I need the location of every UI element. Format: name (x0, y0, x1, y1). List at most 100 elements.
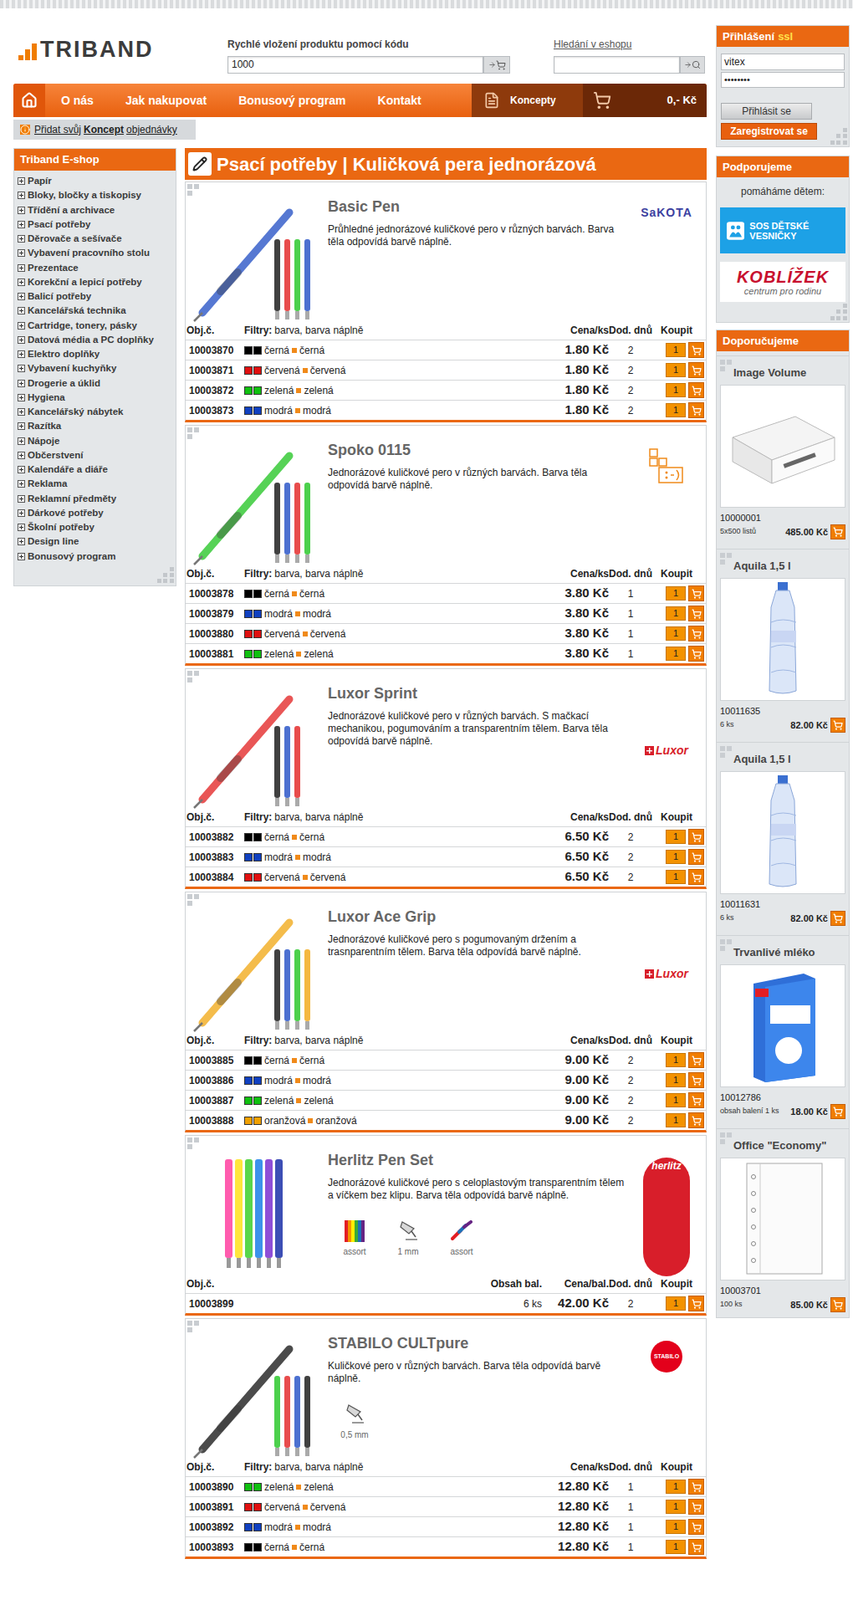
sidebar-item[interactable]: Dárkové potřeby (17, 505, 176, 521)
sidebar-item[interactable]: Psací potřeby (17, 217, 176, 232)
recommended-title[interactable]: Aquila 1,5 l (733, 750, 792, 768)
sidebar-item[interactable]: Kalendáře a diáře (17, 462, 176, 477)
quick-add-input[interactable]: 1000 (227, 56, 484, 74)
quantity-input[interactable]: 1 (665, 403, 686, 418)
product-title[interactable]: Luxor Sprint (327, 682, 633, 705)
add-to-cart-button[interactable] (830, 1103, 846, 1119)
sidebar-item[interactable]: Kancelářský nábytek (17, 404, 176, 419)
quantity-input[interactable]: 1 (665, 829, 686, 844)
add-to-cart-button[interactable] (688, 1092, 705, 1109)
quantity-input[interactable]: 1 (665, 362, 686, 378)
add-to-cart-button[interactable] (688, 585, 705, 602)
sidebar-item[interactable]: Papír (17, 173, 176, 189)
recommended-photo-frame[interactable] (720, 1157, 846, 1281)
login-button[interactable]: Přihlásit se (720, 102, 813, 120)
sidebar-item[interactable]: Bonusový program (17, 549, 176, 564)
password-input[interactable]: •••••••• (720, 71, 845, 88)
recommended-title[interactable]: Trvanlivé mléko (733, 944, 816, 961)
sidebar-item[interactable]: Hygiena (17, 390, 176, 405)
quantity-input[interactable]: 1 (665, 1052, 686, 1068)
search-input[interactable] (553, 56, 680, 74)
sidebar-item[interactable]: Elektro doplňky (17, 347, 176, 362)
quantity-input[interactable]: 1 (665, 586, 686, 601)
nav-item[interactable]: Kontakt (362, 83, 438, 118)
quantity-input[interactable]: 1 (665, 646, 686, 661)
add-concept-link[interactable]: Přidat svůjKonceptobjednávky (34, 122, 178, 138)
concepts-button[interactable]: Koncepty (471, 83, 583, 118)
sidebar-item[interactable]: Vybavení pracovního stolu (17, 245, 176, 261)
sidebar-item[interactable]: Prezentace (17, 260, 176, 276)
recommended-title[interactable]: Image Volume (733, 364, 807, 382)
quantity-input[interactable]: 1 (665, 1072, 686, 1088)
sidebar-item[interactable]: Třídění a archivace (17, 203, 176, 218)
add-to-cart-button[interactable] (830, 910, 846, 926)
product-title[interactable]: Basic Pen (327, 195, 633, 219)
sidebar-item[interactable]: Školní potřeby (17, 520, 176, 535)
sidebar-item[interactable]: Reklama (17, 476, 176, 491)
product-title[interactable]: Spoko 0115 (327, 439, 633, 462)
add-to-cart-button[interactable] (688, 1052, 705, 1068)
add-to-cart-button[interactable] (688, 1498, 705, 1515)
add-to-cart-button[interactable] (688, 1072, 705, 1088)
quantity-input[interactable]: 1 (665, 1093, 686, 1108)
search-button[interactable] (679, 56, 705, 74)
quantity-input[interactable]: 1 (665, 849, 686, 864)
add-to-cart-button[interactable] (688, 868, 705, 885)
recommended-title[interactable]: Aquila 1,5 l (733, 557, 792, 575)
product-title[interactable]: Herlitz Pen Set (327, 1149, 633, 1172)
quantity-input[interactable]: 1 (665, 1539, 686, 1554)
sidebar-item[interactable]: Design line (17, 534, 176, 549)
logo[interactable]: TRIBAND (18, 38, 228, 61)
register-button[interactable]: Zaregistrovat se (720, 122, 818, 140)
sidebar-item[interactable]: Občerstvení (17, 448, 176, 463)
add-to-cart-button[interactable] (688, 625, 705, 642)
add-to-cart-button[interactable] (688, 382, 705, 399)
sidebar-item[interactable]: Korekční a lepicí potřeby (17, 275, 176, 290)
quantity-input[interactable]: 1 (665, 342, 686, 358)
cart-summary[interactable]: 0,- Kč (582, 83, 707, 118)
product-title[interactable]: STABILO CULTpure (327, 1332, 633, 1355)
recommended-title[interactable]: Office "Economy" (733, 1137, 827, 1155)
quantity-input[interactable]: 1 (665, 1296, 686, 1311)
sidebar-item[interactable]: Bloky, bločky a tiskopisy (17, 188, 176, 203)
add-to-cart-button[interactable] (688, 848, 705, 865)
add-to-cart-button[interactable] (688, 1112, 705, 1129)
quantity-input[interactable]: 1 (665, 626, 686, 641)
quantity-input[interactable]: 1 (665, 1113, 686, 1128)
sidebar-item[interactable]: Datová média a PC doplňky (17, 332, 176, 348)
partner-banner[interactable]: KOBLÍŽEKcentrum pro rodinu (720, 261, 846, 302)
quantity-input[interactable]: 1 (665, 606, 686, 621)
quick-add-button[interactable] (483, 56, 511, 74)
sidebar-item[interactable]: Nápoje (17, 434, 176, 449)
partner-banner[interactable]: SOS DĚTSKÉ VESNIČKY (720, 207, 846, 254)
recommended-photo-frame[interactable] (720, 384, 846, 508)
add-to-cart-button[interactable] (830, 717, 846, 733)
sidebar-item[interactable]: Reklamní předměty (17, 491, 176, 506)
sidebar-item[interactable]: Balicí potřeby (17, 289, 176, 304)
sidebar-item[interactable]: Cartridge, tonery, pásky (17, 318, 176, 333)
add-to-cart-button[interactable] (688, 362, 705, 378)
home-button[interactable] (13, 83, 46, 118)
add-to-cart-button[interactable] (688, 1518, 705, 1535)
add-to-cart-button[interactable] (688, 828, 705, 845)
add-to-cart-button[interactable] (688, 1538, 705, 1555)
quantity-input[interactable]: 1 (665, 383, 686, 398)
add-to-cart-button[interactable] (688, 1478, 705, 1495)
add-to-cart-button[interactable] (688, 605, 705, 622)
product-title[interactable]: Luxor Ace Grip (327, 905, 633, 929)
search-link[interactable]: Hledání v eshopu (553, 36, 705, 52)
sidebar-item[interactable]: Razítka (17, 418, 176, 434)
recommended-photo-frame[interactable] (720, 964, 846, 1088)
recommended-photo-frame[interactable] (720, 771, 846, 894)
add-to-cart-button[interactable] (688, 645, 705, 662)
add-to-cart-button[interactable] (830, 1297, 846, 1313)
add-to-cart-button[interactable] (830, 524, 846, 540)
add-to-cart-button[interactable] (688, 1295, 705, 1312)
quantity-input[interactable]: 1 (665, 869, 686, 884)
sidebar-item[interactable]: Drogerie a úklid (17, 376, 176, 391)
nav-item[interactable]: Bonusový program (222, 83, 362, 118)
quantity-input[interactable]: 1 (665, 1479, 686, 1494)
add-to-cart-button[interactable] (688, 342, 705, 358)
add-to-cart-button[interactable] (688, 402, 705, 419)
username-input[interactable]: vitex (720, 53, 845, 71)
